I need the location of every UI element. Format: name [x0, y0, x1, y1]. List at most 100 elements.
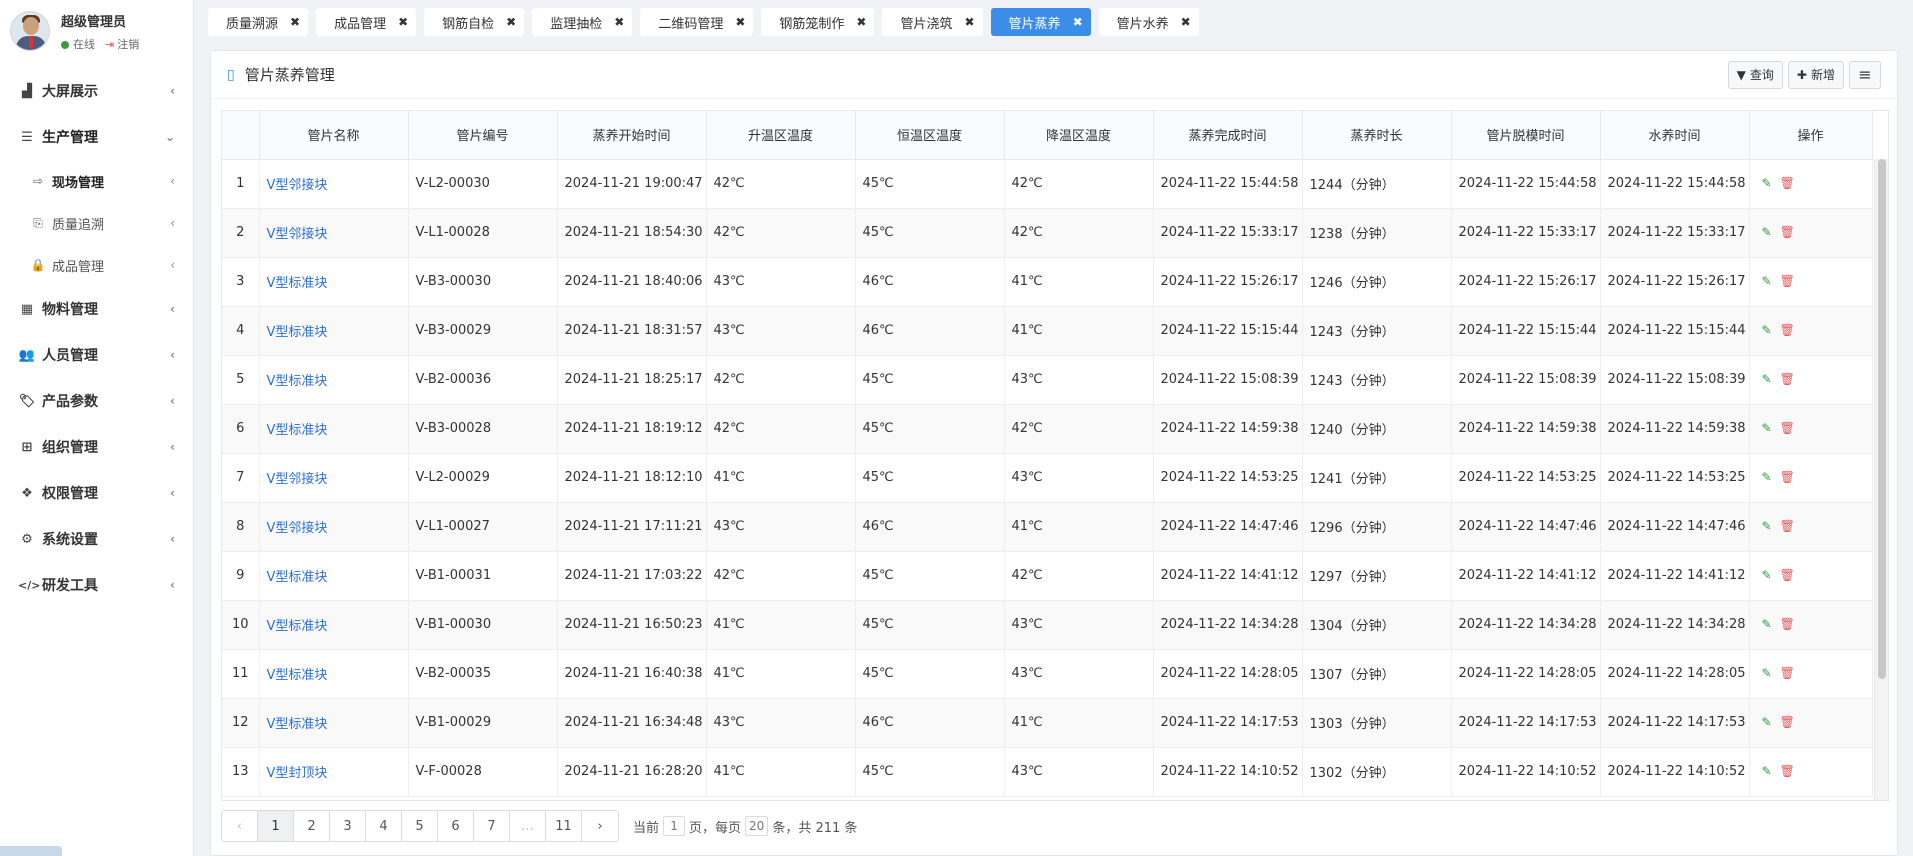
delete-icon[interactable]: 🗑 [1780, 225, 1795, 239]
close-icon[interactable]: ✖ [735, 15, 745, 29]
sidebar-item-product-params[interactable]: 🏷 产品参数 ‹ [0, 378, 193, 424]
current-page-box[interactable]: 1 [663, 816, 686, 836]
page-button-2[interactable]: 2 [294, 811, 330, 841]
edit-icon[interactable]: ✎ [1762, 568, 1772, 582]
table-row[interactable]: 7 V型邻接块 V-L2-00029 2024-11-21 18:12:10 41℃ 45… [222, 453, 1873, 503]
segment-name-link[interactable]: V型标准块 [267, 423, 328, 438]
close-icon[interactable]: ✖ [506, 15, 516, 29]
tab-segment-casting[interactable]: 管片浇筑 ✖ [882, 8, 983, 36]
page-button-4[interactable]: 4 [366, 811, 402, 841]
table-row[interactable]: 10 V型标准块 V-B1-00030 2024-11-21 16:50:23 41℃ 4… [222, 600, 1873, 650]
segment-name-link[interactable]: V型标准块 [267, 717, 328, 732]
edit-icon[interactable]: ✎ [1762, 764, 1772, 778]
tab-supervisor-check[interactable]: 监理抽检 ✖ [532, 8, 633, 36]
page-button-3[interactable]: 3 [330, 811, 366, 841]
edit-icon[interactable]: ✎ [1762, 617, 1772, 631]
tab-qrcode[interactable]: 二维码管理 ✖ [640, 8, 754, 36]
tab-quality-trace[interactable]: 质量溯源 ✖ [208, 8, 309, 36]
delete-icon[interactable]: 🗑 [1780, 421, 1795, 435]
table-row[interactable]: 13 V型封顶块 V-F-00028 2024-11-21 16:28:20 41℃ 45… [222, 747, 1873, 797]
sidebar-item-system-settings[interactable]: ⚙ 系统设置 ‹ [0, 516, 193, 562]
segment-name-link[interactable]: V型标准块 [267, 276, 328, 291]
table-row[interactable]: 4 V型标准块 V-B3-00029 2024-11-21 18:31:57 43℃ 46… [222, 306, 1873, 356]
add-button[interactable]: ✚ 新增 [1787, 60, 1844, 89]
tab-segment-water-curing[interactable]: 管片水养 ✖ [1098, 8, 1199, 36]
delete-icon[interactable]: 🗑 [1780, 715, 1795, 729]
sidebar-item-materials[interactable]: ▦ 物料管理 ‹ [0, 286, 193, 332]
close-icon[interactable]: ✖ [614, 15, 624, 29]
table-row[interactable]: 11 V型标准块 V-B2-00035 2024-11-21 16:40:38 41℃ 4… [222, 649, 1873, 699]
scrollbar-thumb[interactable] [1878, 159, 1886, 679]
delete-icon[interactable]: 🗑 [1780, 274, 1795, 288]
edit-icon[interactable]: ✎ [1762, 470, 1772, 484]
edit-icon[interactable]: ✎ [1762, 176, 1772, 190]
close-icon[interactable]: ✖ [398, 15, 408, 29]
sidebar-item-permissions[interactable]: ❖ 权限管理 ‹ [0, 470, 193, 516]
sidebar-item-organization[interactable]: ⊞ 组织管理 ‹ [0, 424, 193, 470]
sidebar-item-production[interactable]: ☰ 生产管理 ⌄ [0, 114, 193, 160]
segment-name-link[interactable]: V型标准块 [267, 668, 328, 683]
delete-icon[interactable]: 🗑 [1780, 617, 1795, 631]
segment-name-link[interactable]: V型封顶块 [267, 766, 328, 781]
table-row[interactable]: 2 V型邻接块 V-L1-00028 2024-11-21 18:54:30 42℃ 45… [222, 208, 1873, 258]
close-icon[interactable]: ✖ [1181, 15, 1191, 29]
sidebar-subitem-finished[interactable]: 🔒 成品管理 ‹ [0, 244, 193, 286]
segment-name-link[interactable]: V型标准块 [267, 570, 328, 585]
table-row[interactable]: 9 V型标准块 V-B1-00031 2024-11-21 17:03:22 42℃ 45… [222, 551, 1873, 601]
segment-name-link[interactable]: V型邻接块 [267, 472, 328, 487]
segment-name-link[interactable]: V型邻接块 [267, 227, 328, 242]
close-icon[interactable]: ✖ [964, 15, 974, 29]
delete-icon[interactable]: 🗑 [1780, 519, 1795, 533]
segment-name-link[interactable]: V型标准块 [267, 374, 328, 389]
tab-rebar-self-check[interactable]: 钢筋自检 ✖ [424, 8, 525, 36]
table-row[interactable]: 6 V型标准块 V-B3-00028 2024-11-21 18:19:12 42℃ 45… [222, 404, 1873, 454]
edit-icon[interactable]: ✎ [1762, 274, 1772, 288]
tab-finished-products[interactable]: 成品管理 ✖ [316, 8, 417, 36]
delete-icon[interactable]: 🗑 [1780, 470, 1795, 484]
delete-icon[interactable]: 🗑 [1780, 176, 1795, 190]
tab-rebar-cage[interactable]: 钢筋笼制作 ✖ [761, 8, 875, 36]
edit-icon[interactable]: ✎ [1762, 666, 1772, 680]
edit-icon[interactable]: ✎ [1762, 323, 1772, 337]
segment-name-link[interactable]: V型标准块 [267, 619, 328, 634]
edit-icon[interactable]: ✎ [1762, 715, 1772, 729]
close-icon[interactable]: ✖ [1073, 15, 1083, 29]
edit-icon[interactable]: ✎ [1762, 421, 1772, 435]
page-button-7[interactable]: 7 [474, 811, 510, 841]
sidebar-item-dashboard[interactable]: ▟ 大屏展示 ‹ [0, 68, 193, 114]
close-icon[interactable]: ✖ [856, 15, 866, 29]
delete-icon[interactable]: 🗑 [1780, 666, 1795, 680]
tab-segment-steam-curing[interactable]: 管片蒸养 ✖ [990, 8, 1091, 36]
columns-menu-button[interactable]: ≡ [1849, 60, 1881, 89]
table-scrollbar[interactable] [1874, 159, 1888, 800]
delete-icon[interactable]: 🗑 [1780, 372, 1795, 386]
table-row[interactable]: 1 V型邻接块 V-L2-00030 2024-11-21 19:00:47 42℃ 45… [222, 159, 1873, 209]
sidebar-subitem-quality-trace[interactable]: ⎘ 质量追溯 ‹ [0, 202, 193, 244]
sidebar-item-personnel[interactable]: 👥 人员管理 ‹ [0, 332, 193, 378]
table-row[interactable]: 8 V型邻接块 V-L1-00027 2024-11-21 17:11:21 43℃ 46… [222, 502, 1873, 552]
page-button-1[interactable]: 1 [258, 811, 294, 841]
query-button[interactable]: ▼ 查询 [1727, 60, 1783, 89]
sidebar-subitem-site[interactable]: ⇨ 现场管理 ‹ [0, 160, 193, 202]
delete-icon[interactable]: 🗑 [1780, 764, 1795, 778]
page-button-5[interactable]: 5 [402, 811, 438, 841]
next-page-button[interactable]: › [582, 811, 618, 841]
delete-icon[interactable]: 🗑 [1780, 323, 1795, 337]
close-icon[interactable]: ✖ [290, 15, 300, 29]
edit-icon[interactable]: ✎ [1762, 372, 1772, 386]
segment-name-link[interactable]: V型邻接块 [267, 178, 328, 193]
delete-icon[interactable]: 🗑 [1780, 568, 1795, 582]
table-row[interactable]: 12 V型标准块 V-B1-00029 2024-11-21 16:34:48 43℃ 4… [222, 698, 1873, 748]
page-button-11[interactable]: 11 [546, 811, 582, 841]
edit-icon[interactable]: ✎ [1762, 225, 1772, 239]
logout-link[interactable]: ⇥ 注销 [105, 36, 139, 52]
segment-name-link[interactable]: V型邻接块 [267, 521, 328, 536]
avatar[interactable] [10, 11, 50, 51]
edit-icon[interactable]: ✎ [1762, 519, 1772, 533]
table-row[interactable]: 5 V型标准块 V-B2-00036 2024-11-21 18:25:17 42℃ 45… [222, 355, 1873, 405]
sidebar-item-dev-tools[interactable]: </> 研发工具 ‹ [0, 562, 193, 608]
segment-name-link[interactable]: V型标准块 [267, 325, 328, 340]
page-size-box[interactable]: 20 [745, 816, 769, 836]
page-button-6[interactable]: 6 [438, 811, 474, 841]
table-row[interactable]: 3 V型标准块 V-B3-00030 2024-11-21 18:40:06 43℃ 46… [222, 257, 1873, 307]
